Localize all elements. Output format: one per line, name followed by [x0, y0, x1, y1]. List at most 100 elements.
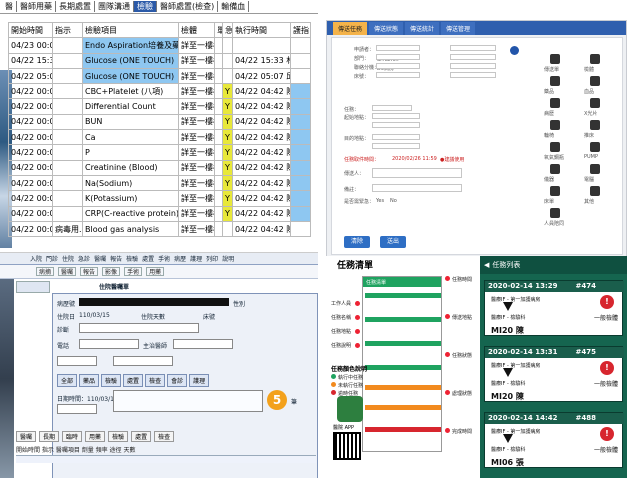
table-row[interactable]: 04/22 00:00 K(Potassium)詳至一樓檢... Y04/22 04… — [8, 190, 311, 207]
menu-item[interactable]: 門診 — [46, 254, 58, 263]
toolbar-button[interactable]: 報告 — [80, 267, 99, 276]
table-row[interactable]: 04/22 05:06 Glucose (ONE TOUCH)詳至一樓檢... 04… — [8, 67, 311, 85]
transport-item-icon[interactable] — [590, 98, 600, 108]
transport-item-icon[interactable] — [550, 76, 560, 86]
category-button[interactable]: 護理 — [189, 374, 210, 387]
menu-item[interactable]: 醫囑 — [94, 254, 106, 263]
diagnosis-field[interactable] — [79, 323, 199, 333]
toolbar-button[interactable]: 醫囑 — [58, 267, 77, 276]
table-row[interactable]: 04/22 00:00 CBC+Platelet (八項)詳至一樓檢... Y04/… — [8, 83, 311, 100]
order-tab[interactable]: 輸備血 — [218, 1, 250, 12]
menu-item[interactable]: 說明 — [222, 254, 234, 263]
info-field-2[interactable] — [450, 54, 496, 60]
table-row[interactable]: 04/22 00:00 Ca詳至一樓檢... Y04/22 04:42 陳藝文 — [8, 129, 311, 146]
task-bar-urgent[interactable] — [365, 427, 441, 432]
info-icon[interactable] — [510, 46, 519, 55]
menu-item[interactable]: 住院 — [62, 254, 74, 263]
category-button[interactable]: 檢查 — [145, 374, 166, 387]
menu-item[interactable]: 急診 — [78, 254, 90, 263]
table-row[interactable]: 04/22 00:00 Na(Sodium)詳至一樓檢... Y04/22 04:4… — [8, 174, 311, 192]
requester-input[interactable]: SFAdmin — [376, 45, 420, 63]
transport-item-icon[interactable] — [590, 54, 600, 64]
menu-item[interactable]: 處置 — [142, 254, 154, 263]
task-bar[interactable] — [365, 293, 441, 298]
table-row[interactable]: 04/22 00:00 P詳至一樓檢... Y04/22 04:42 陳藝文 — [8, 144, 311, 161]
transport-tab[interactable]: 傳送管理 — [441, 21, 476, 35]
menu-item[interactable]: 列印 — [206, 254, 218, 263]
task-bar[interactable] — [365, 341, 441, 346]
table-row[interactable]: 04/22 00:00 CRP(C-reactive protein)詳至一樓檢.… — [8, 205, 311, 222]
transport-item-icon[interactable] — [550, 186, 560, 196]
from-select[interactable] — [372, 113, 420, 119]
toolbar-button[interactable]: 手術 — [124, 267, 143, 276]
doctor-field[interactable] — [173, 339, 233, 349]
bottom-tab[interactable]: 檢驗 — [108, 431, 129, 442]
transport-item-icon[interactable] — [590, 76, 600, 86]
menu-item[interactable]: 病歷 — [174, 254, 186, 263]
from-detail-input[interactable] — [372, 122, 420, 128]
table-row[interactable]: 04/22 00:00 BUN詳至一樓檢... Y04/22 04:42 陳藝文 — [8, 113, 311, 131]
category-button[interactable]: 全部 — [57, 374, 78, 387]
transport-item-icon[interactable] — [590, 164, 600, 174]
task-bar-overdue[interactable] — [365, 385, 441, 390]
order-tab[interactable]: 醫 — [2, 1, 17, 12]
category-button[interactable]: 會診 — [167, 374, 188, 387]
menu-item[interactable]: 檢驗 — [126, 254, 138, 263]
bottom-tab[interactable]: 醫囑 — [16, 431, 37, 442]
extra-field-2[interactable] — [113, 356, 173, 366]
order-tab[interactable]: 長期處置 — [56, 1, 95, 12]
transport-item-icon[interactable] — [550, 98, 560, 108]
task-bar-overdue[interactable] — [365, 405, 441, 410]
bottom-tab[interactable]: 臨時 — [62, 431, 83, 442]
transport-item-icon[interactable] — [550, 54, 560, 64]
table-row[interactable]: 04/22 00:00病毒用...Blood gas analysis詳至一樓檢… — [8, 220, 311, 238]
to-select[interactable] — [372, 134, 420, 140]
menu-item[interactable]: 手術 — [158, 254, 170, 263]
contact-input[interactable] — [372, 168, 462, 178]
pickup-time-value[interactable]: 2020/02/26 11:59 — [392, 156, 437, 162]
back-icon[interactable]: ◀ — [484, 261, 489, 269]
transport-tab[interactable]: 傳送統計 — [405, 21, 440, 35]
task-card[interactable]: 2020-02-14 13:31 #475 醫療IF - 第一加護病房 醫療IF - … — [484, 346, 624, 402]
table-row[interactable]: 04/23 00:00 Endo Aspiration培養及藥物敏感詳至一樓檢..… — [8, 37, 311, 54]
transport-item-icon[interactable] — [550, 164, 560, 174]
toolbar-button[interactable]: 影像 — [102, 267, 121, 276]
date-field[interactable] — [57, 404, 97, 414]
bottom-row[interactable] — [16, 455, 316, 463]
table-row[interactable]: 04/22 00:00 Differential Count詳至一樓檢... Y04… — [8, 98, 311, 115]
transport-item-icon[interactable] — [550, 120, 560, 130]
transport-tab[interactable]: 傳送狀態 — [369, 21, 404, 35]
toolbar-button[interactable]: 用藥 — [146, 267, 165, 276]
clear-button[interactable]: 清除 — [344, 236, 370, 248]
category-button[interactable]: 藥品 — [79, 374, 100, 387]
order-tab[interactable]: 醫師處置(檢查) — [157, 1, 219, 12]
bed-input[interactable] — [376, 72, 420, 78]
order-tab[interactable]: 檢驗 — [134, 1, 157, 12]
nav-buttons[interactable] — [16, 281, 50, 293]
transport-item-icon[interactable] — [590, 120, 600, 130]
dept-input[interactable]: D5病房 — [376, 54, 420, 72]
task-card[interactable]: 2020-02-14 13:29 #474 醫療IF - 第一加護病房 醫療IF - … — [484, 280, 624, 336]
menu-item[interactable]: 入院 — [30, 254, 42, 263]
transport-item-icon[interactable] — [550, 208, 560, 218]
order-tab[interactable]: 醫師用藥 — [17, 1, 56, 12]
category-button[interactable]: 處置 — [123, 374, 144, 387]
order-tab[interactable]: 團隊溝通 — [95, 1, 134, 12]
to-detail-input[interactable] — [372, 143, 420, 149]
task-select[interactable] — [372, 105, 412, 111]
phone-input[interactable] — [376, 63, 420, 69]
note-input[interactable] — [372, 184, 462, 192]
task-bar[interactable] — [365, 317, 441, 322]
task-card[interactable]: 2020-02-14 14:42 #488 醫療IF - 第一加護病房 醫療IF - … — [484, 412, 624, 468]
table-row[interactable]: 04/22 15:33 Glucose (ONE TOUCH)詳至一樓檢... 04… — [8, 52, 311, 69]
transport-item-icon[interactable] — [590, 186, 600, 196]
info-field-4[interactable] — [450, 72, 496, 78]
task-bar[interactable] — [365, 365, 441, 370]
info-field-1[interactable] — [450, 45, 496, 51]
info-field-3[interactable] — [450, 63, 496, 69]
bottom-tab[interactable]: 長期 — [39, 431, 60, 442]
urgent-no[interactable]: No — [390, 198, 397, 204]
table-row[interactable]: 04/22 00:00 Creatinine (Blood)詳至一樓檢... Y04… — [8, 159, 311, 176]
extra-field-1[interactable] — [57, 356, 97, 366]
bottom-tab[interactable]: 用藥 — [85, 431, 106, 442]
